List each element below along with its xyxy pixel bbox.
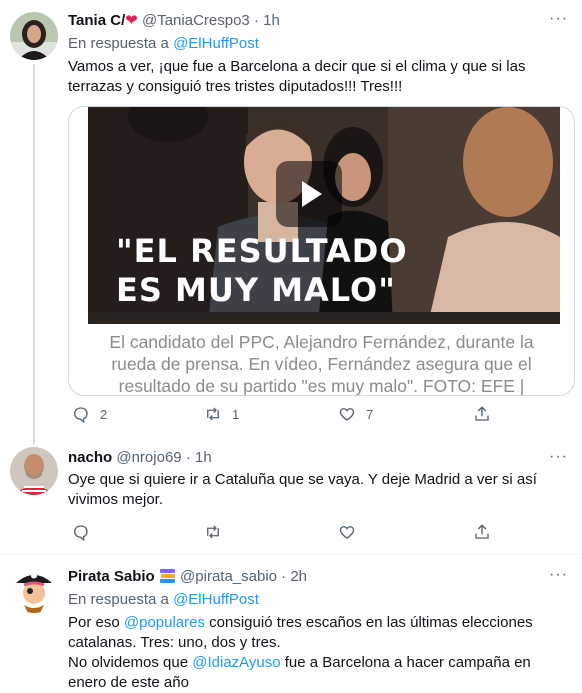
tweet-header: Pirata Sabio @pirata_sabio · 2h xyxy=(68,567,307,588)
retweet-icon xyxy=(207,407,219,421)
like-button[interactable]: 7 xyxy=(338,405,373,423)
video-caption: El candidato del PPC, Alejandro Fernánde… xyxy=(109,332,534,396)
tweet-header: Tania C/❤ @TaniaCrespo3 · 1h xyxy=(68,12,280,29)
retweet-icon xyxy=(207,525,219,539)
reply-button[interactable] xyxy=(72,523,90,541)
share-button[interactable] xyxy=(473,405,491,423)
video-thumbnail[interactable]: "EL RESULTADO ES MUY MALO" xyxy=(88,107,560,324)
display-name[interactable]: Pirata Sabio xyxy=(68,568,155,585)
thread-line xyxy=(33,64,35,444)
tweet-tania[interactable]: Tania C/❤ @TaniaCrespo3 · 1h ··· En resp… xyxy=(0,0,582,444)
avatar[interactable] xyxy=(10,447,58,495)
more-options-button[interactable]: ··· xyxy=(549,10,568,28)
more-options-button[interactable]: ··· xyxy=(549,566,568,584)
tweet-actions: 2 1 7 xyxy=(68,405,508,425)
reply-count: 2 xyxy=(100,406,108,422)
reply-button[interactable]: 2 xyxy=(72,405,107,423)
tweet-text: Oye que si quiere ir a Cataluña que se v… xyxy=(68,471,537,508)
retweet-button[interactable]: 1 xyxy=(204,405,239,423)
reply-icon xyxy=(73,407,88,423)
heart-outline-icon xyxy=(339,526,355,539)
retweet-count: 1 xyxy=(232,406,240,422)
share-button[interactable] xyxy=(473,523,491,541)
more-options-button[interactable]: ··· xyxy=(549,448,568,466)
timestamp[interactable]: 2h xyxy=(290,568,307,585)
video-card[interactable]: "EL RESULTADO ES MUY MALO" El candidato … xyxy=(68,106,575,396)
heart-outline-icon xyxy=(339,408,355,421)
mention-link[interactable]: @IdiazAyuso xyxy=(192,654,280,671)
avatar[interactable] xyxy=(10,12,58,60)
reply-context: En respuesta a @ElHuffPost xyxy=(68,35,259,52)
share-icon xyxy=(475,406,489,421)
tweet-nacho[interactable]: nacho @nrojo69 · 1h ··· Oye que si quier… xyxy=(0,430,582,548)
reply-to-link[interactable]: @ElHuffPost xyxy=(173,35,259,52)
video-headline: "EL RESULTADO ES MUY MALO" xyxy=(116,232,408,309)
timestamp[interactable]: 1h xyxy=(263,12,280,29)
tweet-pirata[interactable]: Pirata Sabio @pirata_sabio · 2h ··· En r… xyxy=(0,555,582,691)
user-handle[interactable]: @pirata_sabio xyxy=(180,568,277,585)
reply-icon xyxy=(73,525,88,541)
reply-to-link[interactable]: @ElHuffPost xyxy=(173,591,259,608)
tweet-text: Vamos a ver, ¡que fue a Barcelona a deci… xyxy=(68,58,526,95)
avatar[interactable] xyxy=(10,565,58,613)
like-count: 7 xyxy=(366,406,374,422)
mention-link[interactable]: @populares xyxy=(124,614,205,631)
like-button[interactable] xyxy=(338,523,356,541)
display-name[interactable]: nacho xyxy=(68,449,112,466)
retweet-button[interactable] xyxy=(204,523,222,541)
share-icon xyxy=(475,524,489,539)
user-handle[interactable]: @TaniaCrespo3 xyxy=(142,12,250,29)
tweet-actions xyxy=(68,523,508,543)
tweet-header: nacho @nrojo69 · 1h xyxy=(68,449,212,466)
user-handle[interactable]: @nrojo69 xyxy=(116,449,181,466)
books-icon xyxy=(159,567,176,588)
display-name[interactable]: Tania C/ xyxy=(68,12,125,29)
timestamp[interactable]: 1h xyxy=(195,449,212,466)
reply-context: En respuesta a @ElHuffPost xyxy=(68,591,259,608)
play-button[interactable] xyxy=(276,161,342,227)
tweet-text: Por eso @populares consiguió tres escaño… xyxy=(68,614,533,691)
heart-icon: ❤ xyxy=(125,12,138,29)
